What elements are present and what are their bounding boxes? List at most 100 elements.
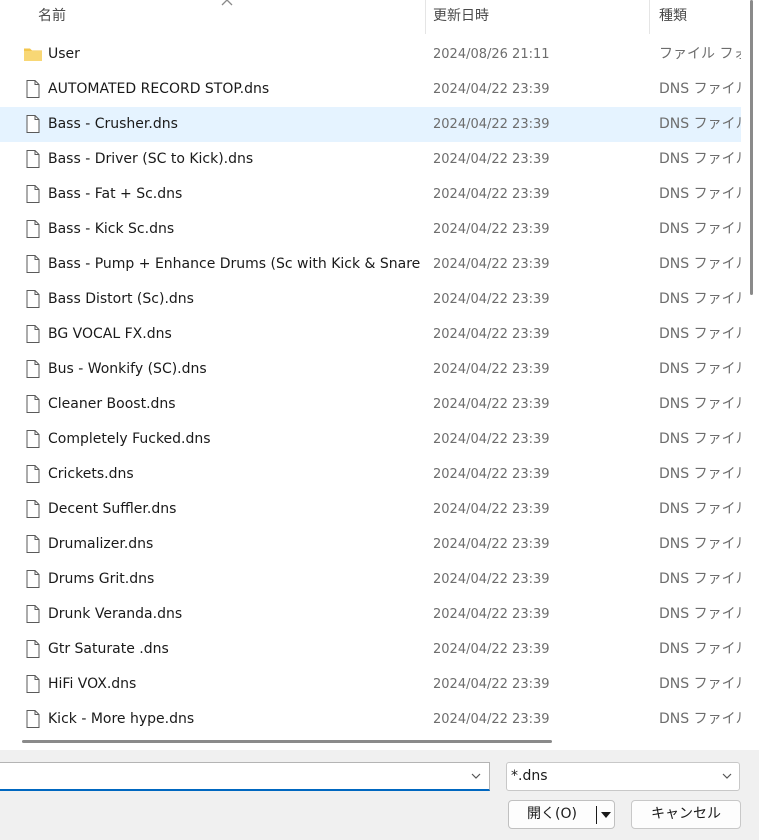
file-type: DNS ファイル	[659, 606, 741, 622]
file-rows: User 2024/08/26 21:11 ファイル フォルダー AUTOMATED …	[0, 37, 741, 735]
file-date: 2024/04/22 23:39	[433, 607, 550, 622]
file-type: DNS ファイル	[659, 641, 741, 657]
sort-ascending-icon	[221, 0, 233, 6]
file-row[interactable]: Bass - Fat + Sc.dns 2024/04/22 23:39 DNS フ…	[0, 177, 741, 212]
file-row[interactable]: Kick - More hype.dns 2024/04/22 23:39 DNS …	[0, 702, 741, 735]
cancel-button[interactable]: キャンセル	[631, 800, 741, 829]
file-row[interactable]: Crickets.dns 2024/04/22 23:39 DNS ファイル	[0, 457, 741, 492]
file-row[interactable]: Completely Fucked.dns 2024/04/22 23:39 DNS…	[0, 422, 741, 457]
file-type: DNS ファイル	[659, 221, 741, 237]
file-date: 2024/04/22 23:39	[433, 187, 550, 202]
file-date: 2024/04/22 23:39	[433, 82, 550, 97]
horizontal-scrollbar-thumb[interactable]	[22, 740, 552, 743]
file-name: Bass - Crusher.dns	[48, 116, 178, 132]
file-row[interactable]: Bus - Wonkify (SC).dns 2024/04/22 23:39 DN…	[0, 352, 741, 387]
file-row[interactable]: Bass - Kick Sc.dns 2024/04/22 23:39 DNS ファ…	[0, 212, 741, 247]
file-icon	[23, 464, 43, 484]
file-icon	[23, 254, 43, 274]
file-type-value: *.dns	[511, 768, 548, 784]
file-date: 2024/04/22 23:39	[433, 327, 550, 342]
file-date: 2024/04/22 23:39	[433, 572, 550, 587]
column-header: 名前 更新日時 種類	[0, 0, 741, 34]
file-date: 2024/04/22 23:39	[433, 502, 550, 517]
file-type: DNS ファイル	[659, 81, 741, 97]
file-icon	[23, 394, 43, 414]
file-icon	[23, 324, 43, 344]
file-icon	[23, 534, 43, 554]
column-name-header[interactable]: 名前	[0, 0, 425, 34]
file-type: DNS ファイル	[659, 116, 741, 132]
file-date: 2024/04/22 23:39	[433, 642, 550, 657]
horizontal-scrollbar[interactable]	[0, 736, 741, 750]
file-name: Crickets.dns	[48, 466, 134, 482]
file-row[interactable]: HiFi VOX.dns 2024/04/22 23:39 DNS ファイル	[0, 667, 741, 702]
vertical-scrollbar-thumb[interactable]	[750, 0, 753, 295]
file-icon	[23, 114, 43, 134]
file-type: DNS ファイル	[659, 466, 741, 482]
open-button-label: 開く(O)	[527, 806, 577, 822]
file-name: Bass Distort (Sc).dns	[48, 291, 194, 307]
file-type: DNS ファイル	[659, 256, 741, 272]
file-icon	[23, 569, 43, 589]
file-name: Bass - Pump + Enhance Drums (Sc with Kic…	[48, 256, 420, 272]
file-type: ファイル フォルダー	[659, 46, 741, 62]
file-date: 2024/04/22 23:39	[433, 257, 550, 272]
file-date: 2024/04/22 23:39	[433, 152, 550, 167]
file-date: 2024/04/22 23:39	[433, 117, 550, 132]
file-row[interactable]: Decent Suffler.dns 2024/04/22 23:39 DNS ファ…	[0, 492, 741, 527]
file-row[interactable]: Drunk Veranda.dns 2024/04/22 23:39 DNS ファイ…	[0, 597, 741, 632]
vertical-scrollbar[interactable]	[747, 0, 759, 735]
file-name: Gtr Saturate .dns	[48, 641, 169, 657]
file-row[interactable]: Drums Grit.dns 2024/04/22 23:39 DNS ファイル	[0, 562, 741, 597]
file-icon	[23, 674, 43, 694]
file-date: 2024/04/22 23:39	[433, 537, 550, 552]
file-type: DNS ファイル	[659, 536, 741, 552]
file-row[interactable]: Gtr Saturate .dns 2024/04/22 23:39 DNS ファイ…	[0, 632, 741, 667]
chevron-down-icon	[722, 773, 732, 779]
file-row[interactable]: User 2024/08/26 21:11 ファイル フォルダー	[0, 37, 741, 72]
filename-input[interactable]	[0, 762, 490, 791]
file-date: 2024/04/22 23:39	[433, 292, 550, 307]
file-type: DNS ファイル	[659, 676, 741, 692]
file-row[interactable]: Bass - Driver (SC to Kick).dns 2024/04/22…	[0, 142, 741, 177]
file-name: User	[48, 46, 80, 62]
file-icon	[23, 79, 43, 99]
file-name: HiFi VOX.dns	[48, 676, 137, 692]
column-date-header[interactable]: 更新日時	[426, 0, 649, 34]
file-icon	[23, 639, 43, 659]
file-row[interactable]: Bass - Crusher.dns 2024/04/22 23:39 DNS ファ…	[0, 107, 741, 142]
file-name: Kick - More hype.dns	[48, 711, 195, 727]
file-name: Completely Fucked.dns	[48, 431, 211, 447]
open-button[interactable]: 開く(O)	[508, 800, 615, 829]
column-type-header[interactable]: 種類	[650, 0, 741, 34]
file-row[interactable]: Drumalizer.dns 2024/04/22 23:39 DNS ファイル	[0, 527, 741, 562]
file-name: Drumalizer.dns	[48, 536, 154, 552]
file-name: BG VOCAL FX.dns	[48, 326, 172, 342]
file-row[interactable]: Bass Distort (Sc).dns 2024/04/22 23:39 DNS…	[0, 282, 741, 317]
file-name: Bus - Wonkify (SC).dns	[48, 361, 207, 377]
file-type: DNS ファイル	[659, 361, 741, 377]
file-date: 2024/04/22 23:39	[433, 222, 550, 237]
file-type: DNS ファイル	[659, 396, 741, 412]
file-row[interactable]: Bass - Pump + Enhance Drums (Sc with Kic…	[0, 247, 741, 282]
file-date: 2024/04/22 23:39	[433, 432, 550, 447]
file-date: 2024/04/22 23:39	[433, 362, 550, 377]
file-row[interactable]: Cleaner Boost.dns 2024/04/22 23:39 DNS ファイ…	[0, 387, 741, 422]
file-name: Bass - Fat + Sc.dns	[48, 186, 183, 202]
file-name: Bass - Driver (SC to Kick).dns	[48, 151, 254, 167]
dropdown-arrow-icon[interactable]	[600, 810, 612, 820]
file-icon	[23, 429, 43, 449]
file-date: 2024/04/22 23:39	[433, 397, 550, 412]
file-name: Decent Suffler.dns	[48, 501, 177, 517]
split-divider	[596, 806, 597, 824]
dialog-footer: *.dns 開く(O) キャンセル	[0, 750, 759, 840]
file-name: Cleaner Boost.dns	[48, 396, 176, 412]
file-row[interactable]: BG VOCAL FX.dns 2024/04/22 23:39 DNS ファイル	[0, 317, 741, 352]
file-type-select[interactable]: *.dns	[506, 762, 740, 791]
file-date: 2024/08/26 21:11	[433, 47, 550, 62]
file-row[interactable]: AUTOMATED RECORD STOP.dns 2024/04/22 23:3…	[0, 72, 741, 107]
chevron-down-icon[interactable]	[469, 769, 483, 783]
file-type: DNS ファイル	[659, 186, 741, 202]
file-name: Drunk Veranda.dns	[48, 606, 183, 622]
file-name: Bass - Kick Sc.dns	[48, 221, 175, 237]
